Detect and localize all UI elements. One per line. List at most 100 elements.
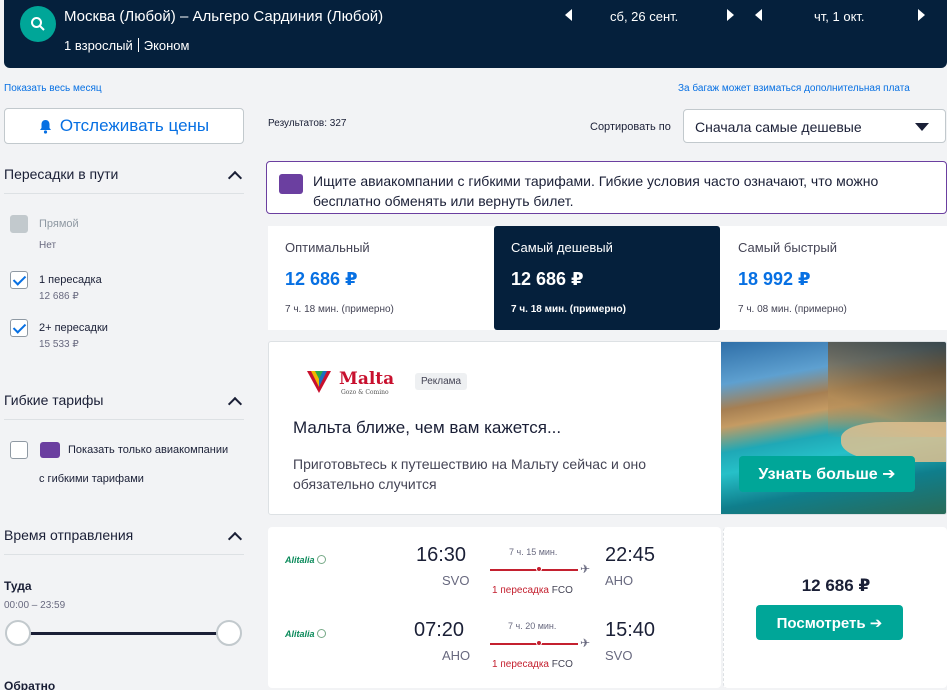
tab-fastest[interactable]: Самый быстрый 18 992 ₽ 7 ч. 08 мин. (при… xyxy=(721,226,947,330)
plane-icon: ✈ xyxy=(580,562,591,576)
checkbox-direct xyxy=(10,215,28,233)
ad-headline: Мальта ближе, чем вам кажется... xyxy=(293,418,562,437)
flight-duration: 7 ч. 20 мин. xyxy=(508,621,557,631)
stop-dot xyxy=(536,640,542,646)
chevron-right-icon xyxy=(727,9,734,21)
stops-info: 1 пересадка FCO xyxy=(492,659,573,670)
search-icon xyxy=(31,17,45,31)
separator xyxy=(137,38,139,52)
stops-option-price: 12 686 ₽ xyxy=(39,291,79,302)
flexible-ticket-icon xyxy=(279,174,303,194)
search-header: Москва (Любой) – Альгеро Сардиния (Любой… xyxy=(4,0,947,68)
stops-count: 1 пересадка xyxy=(492,585,549,596)
ad-photo: Узнать больше ➔ xyxy=(721,342,946,514)
return-label: Обратно xyxy=(4,679,56,690)
depart-next-arrow[interactable] xyxy=(727,9,739,23)
flex-option-label[interactable]: Показать только авиакомпании xyxy=(68,444,228,456)
ad-brand: Malta xyxy=(339,369,395,389)
route-line xyxy=(490,643,578,645)
divider xyxy=(4,193,244,194)
tab-label: Самый дешевый xyxy=(511,240,613,255)
tab-price: 12 686 ₽ xyxy=(285,269,358,289)
sort-tabs: Оптимальный 12 686 ₽ 7 ч. 18 мин. (приме… xyxy=(268,226,947,330)
ticket-card[interactable]: Alitalia 16:30 SVO 7 ч. 15 мин. ✈ 1 пере… xyxy=(268,527,721,688)
arrival-time: 22:45 xyxy=(605,544,656,566)
stops-filter-title[interactable]: Пересадки в пути xyxy=(4,166,118,182)
outbound-slider-start-handle[interactable] xyxy=(5,620,31,646)
airline-logo: Alitalia xyxy=(285,629,326,639)
departure-airport: SVO xyxy=(442,573,470,588)
chevron-up-icon[interactable] xyxy=(227,170,243,186)
sort-select[interactable]: Сначала самые дешевые xyxy=(683,109,946,143)
airline-emblem-icon xyxy=(316,555,326,564)
airline-logo: Alitalia xyxy=(285,555,326,565)
airline-emblem-icon xyxy=(316,629,326,638)
ticket-price-panel: 12 686 ₽ Посмотреть ➔ xyxy=(723,527,947,688)
stops-option-price: 15 533 ₽ xyxy=(39,339,79,350)
sort-label: Сортировать по xyxy=(590,121,671,133)
stops-count: 1 пересадка xyxy=(492,659,549,670)
cabin-class: Эконом xyxy=(143,38,190,53)
view-ticket-button[interactable]: Посмотреть ➔ xyxy=(756,605,903,640)
stop-airport: FCO xyxy=(551,585,573,596)
tab-duration: 7 ч. 18 мин. (примерно) xyxy=(511,304,626,315)
tab-optimal[interactable]: Оптимальный 12 686 ₽ 7 ч. 18 мин. (приме… xyxy=(268,226,494,330)
route-line xyxy=(490,569,578,571)
stops-option-price: Нет xyxy=(39,240,57,251)
arrival-time: 15:40 xyxy=(605,619,656,641)
passengers-count: 1 взрослый xyxy=(64,38,133,53)
flight-duration: 7 ч. 15 мин. xyxy=(509,547,558,557)
track-prices-label: Отслеживать цены xyxy=(59,116,210,135)
malta-ad[interactable]: Malta Gozo & Comino Реклама Мальта ближе… xyxy=(268,341,947,515)
checkbox-flex-only[interactable] xyxy=(10,441,28,459)
learn-more-button[interactable]: Узнать больше ➔ xyxy=(739,456,915,492)
outbound-slider-track[interactable] xyxy=(18,632,230,635)
departure-time-title[interactable]: Время отправления xyxy=(4,527,133,543)
show-month-link[interactable]: Показать весь месяц xyxy=(4,83,102,94)
chevron-left-icon xyxy=(755,9,762,21)
depart-date[interactable]: сб, 26 сент. xyxy=(610,9,678,24)
divider xyxy=(4,419,244,420)
route-title[interactable]: Москва (Любой) – Альгеро Сардиния (Любой… xyxy=(64,8,383,25)
stops-option-label[interactable]: 2+ пересадки xyxy=(39,322,108,334)
flex-fares-banner[interactable]: Ищите авиакомпании с гибкими тарифами. Г… xyxy=(266,161,947,214)
depart-prev-arrow[interactable] xyxy=(565,9,577,23)
flexible-ticket-icon xyxy=(40,442,60,458)
return-next-arrow[interactable] xyxy=(918,9,930,23)
stop-airport: FCO xyxy=(551,659,573,670)
tab-price: 18 992 ₽ xyxy=(738,269,811,289)
divider xyxy=(4,554,244,555)
tab-cheapest[interactable]: Самый дешевый 12 686 ₽ 7 ч. 18 мин. (при… xyxy=(494,226,720,330)
tab-label: Самый быстрый xyxy=(738,240,837,255)
track-prices-button[interactable]: Отслеживать цены xyxy=(4,108,244,144)
return-date[interactable]: чт, 1 окт. xyxy=(814,9,865,24)
passenger-info[interactable]: 1 взрослый Эконом xyxy=(64,38,189,53)
outbound-range: 00:00 – 23:59 xyxy=(4,600,66,611)
dropdown-arrow-icon xyxy=(915,123,929,131)
ad-brand-sub: Gozo & Comino xyxy=(341,389,389,396)
flex-option-label-2[interactable]: с гибкими тарифами xyxy=(39,473,144,485)
stops-option-label: Прямой xyxy=(39,218,79,230)
tab-label: Оптимальный xyxy=(285,240,370,255)
return-prev-arrow[interactable] xyxy=(755,9,767,23)
checkbox-one-stop[interactable] xyxy=(10,271,28,289)
ticket-price: 12 686 ₽ xyxy=(801,576,871,595)
checkbox-two-plus-stops[interactable] xyxy=(10,319,28,337)
stops-info: 1 пересадка FCO xyxy=(492,585,573,596)
arrival-airport: AHO xyxy=(605,573,634,588)
baggage-fee-link[interactable]: За багаж может взиматься дополнительная … xyxy=(678,83,947,94)
departure-time: 07:20 xyxy=(414,619,465,641)
chevron-up-icon[interactable] xyxy=(227,396,243,412)
stops-option-label[interactable]: 1 пересадка xyxy=(39,274,102,286)
arrival-airport: SVO xyxy=(605,648,633,663)
departure-time: 16:30 xyxy=(416,544,467,566)
search-button[interactable] xyxy=(20,6,56,42)
malta-logo-icon xyxy=(307,371,331,393)
airline-name: Alitalia xyxy=(285,629,315,639)
flex-filter-title[interactable]: Гибкие тарифы xyxy=(4,392,103,408)
ad-badge: Реклама xyxy=(415,373,468,390)
outbound-slider-end-handle[interactable] xyxy=(216,620,242,646)
chevron-left-icon xyxy=(565,9,572,21)
chevron-up-icon[interactable] xyxy=(227,531,243,547)
chevron-right-icon xyxy=(918,9,925,21)
